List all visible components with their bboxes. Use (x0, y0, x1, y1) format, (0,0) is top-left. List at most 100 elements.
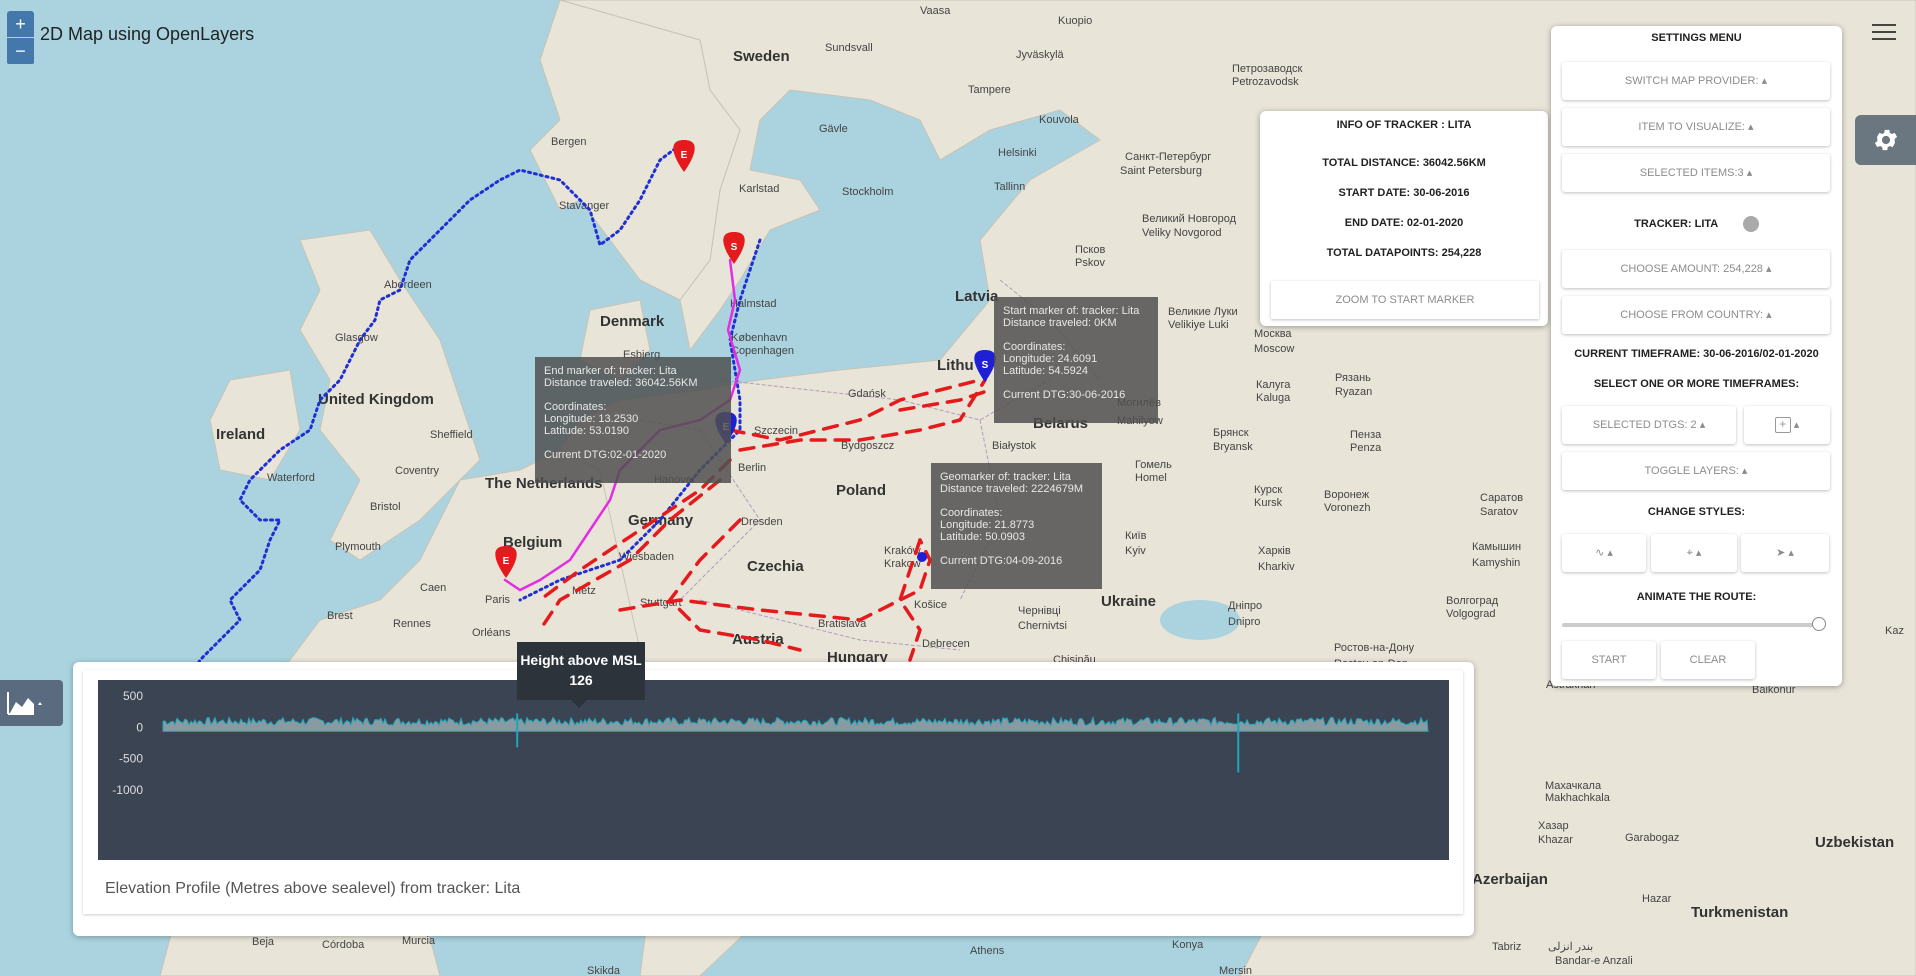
line-style-caret: ▴ (1607, 547, 1613, 559)
svg-text:Gdańsk: Gdańsk (848, 388, 886, 400)
y-tick-label: -500 (119, 752, 143, 766)
svg-text:København: København (731, 332, 787, 344)
svg-text:Białystok: Białystok (992, 440, 1037, 452)
svg-text:Glasgow: Glasgow (335, 332, 378, 344)
svg-text:Turkmenistan: Turkmenistan (1691, 904, 1788, 921)
svg-text:Voronezh: Voronezh (1324, 502, 1370, 514)
svg-text:Berlin: Berlin (738, 462, 766, 474)
svg-text:Karlstad: Karlstad (739, 183, 779, 195)
svg-text:Київ: Київ (1125, 530, 1147, 542)
svg-text:Chernivtsi: Chernivtsi (1018, 620, 1067, 632)
y-tick-label: -1000 (112, 783, 143, 797)
calendar-caret: ▴ (1793, 419, 1800, 431)
svg-text:Garabogaz: Garabogaz (1625, 832, 1679, 844)
choose-country-button[interactable]: CHOOSE FROM COUNTRY: ▴ (1562, 296, 1830, 334)
svg-text:Dresden: Dresden (741, 516, 783, 528)
start-button[interactable]: START (1562, 641, 1656, 679)
svg-text:Penza: Penza (1350, 442, 1382, 454)
svg-text:Petrozavodsk: Petrozavodsk (1232, 76, 1299, 88)
tracker-info-panel: INFO OF TRACKER : LITA TOTAL DISTANCE: 3… (1260, 111, 1548, 326)
info-toggle-icon[interactable] (1742, 216, 1759, 232)
svg-text:Чернівці: Чернівці (1018, 605, 1061, 617)
svg-text:Москва: Москва (1254, 328, 1292, 340)
choose-amount-button[interactable]: CHOOSE AMOUNT: 254,228 ▴ (1562, 250, 1830, 288)
svg-text:Moscow: Moscow (1254, 343, 1294, 355)
animate-slider[interactable] (1562, 617, 1826, 631)
navigation-arrow-icon: ➤ (1776, 547, 1786, 559)
svg-text:Харків: Харків (1258, 545, 1291, 557)
change-styles-label: CHANGE STYLES: (1647, 506, 1746, 518)
svg-text:Kaluga: Kaluga (1256, 392, 1291, 404)
svg-text:Copenhagen: Copenhagen (731, 345, 794, 357)
settings-toggle-tab[interactable] (1855, 115, 1916, 165)
svg-text:Jyväskylä: Jyväskylä (1016, 49, 1065, 61)
arrow-style-button[interactable]: ➤ ▴ (1741, 534, 1829, 572)
svg-text:Dnipro: Dnipro (1228, 616, 1260, 628)
svg-text:Саратов: Саратов (1480, 492, 1523, 504)
elevation-panel: 500 0 -500 -1000 Elevation Profile (Metres … (73, 662, 1474, 936)
selected-items-button[interactable]: SELECTED ITEMS:3 ▴ (1562, 154, 1830, 192)
svg-text:Дніпро: Дніпро (1228, 600, 1262, 612)
svg-text:Bergen: Bergen (551, 136, 586, 148)
svg-text:Камышин: Камышин (1472, 541, 1521, 553)
svg-text:Волгоград: Волгоград (1446, 595, 1499, 607)
animate-slider-thumb[interactable] (1812, 617, 1826, 631)
svg-text:Tallinn: Tallinn (994, 181, 1025, 193)
svg-text:Ryazan: Ryazan (1335, 386, 1372, 398)
area-chart-icon (7, 692, 42, 715)
svg-text:Санкт-Петербург: Санкт-Петербург (1125, 151, 1211, 163)
calendar-icon: + (1774, 417, 1791, 434)
svg-text:Великий Новгород: Великий Новгород (1142, 213, 1237, 225)
svg-text:Tabriz: Tabriz (1492, 941, 1521, 953)
svg-text:Sheffield: Sheffield (430, 429, 473, 441)
svg-text:Córdoba: Córdoba (322, 939, 365, 951)
elevation-card: 500 0 -500 -1000 Elevation Profile (Metres … (83, 670, 1463, 914)
svg-text:Sundsvall: Sundsvall (825, 42, 873, 54)
svg-text:Beja: Beja (252, 936, 275, 948)
svg-text:Kursk: Kursk (1254, 497, 1283, 509)
tracker-name: TRACKER: LITA (1634, 217, 1718, 230)
elevation-toggle-button[interactable] (0, 680, 63, 726)
elevation-tooltip-arrow (571, 700, 587, 708)
info-start-date: START DATE: 30-06-2016 (1338, 187, 1470, 199)
selected-dtgs-button[interactable]: SELECTED DTGS: 2 ▴ (1562, 406, 1736, 444)
svg-text:Bristol: Bristol (370, 501, 401, 513)
geomarker[interactable] (917, 552, 927, 562)
zoom-out-button[interactable]: − (7, 38, 34, 64)
toggle-layers-button[interactable]: TOGGLE LAYERS: ▴ (1562, 452, 1830, 490)
item-to-visualize-button[interactable]: ITEM TO VISUALIZE: ▴ (1562, 108, 1830, 146)
elevation-tooltip-title: Height above MSL (520, 652, 642, 668)
settings-title: SETTINGS MENU (1651, 32, 1742, 44)
info-end-date: END DATE: 02-01-2020 (1344, 217, 1464, 229)
line-style-button[interactable]: ∿ ▴ (1562, 534, 1646, 572)
clear-button[interactable]: CLEAR (1661, 641, 1755, 679)
svg-text:Bydgoszcz: Bydgoszcz (841, 440, 894, 452)
svg-text:Kouvola: Kouvola (1039, 114, 1080, 126)
info-total-datapoints: TOTAL DATAPOINTS: 254,228 (1326, 247, 1482, 259)
svg-text:Kyiv: Kyiv (1125, 545, 1146, 557)
svg-text:Kharkiv: Kharkiv (1258, 561, 1295, 573)
svg-text:Mersin: Mersin (1219, 965, 1252, 976)
svg-text:Hazar: Hazar (1642, 893, 1672, 905)
svg-text:بندر انزلی: بندر انزلی (1548, 941, 1593, 953)
calendar-button[interactable]: + ▴ (1744, 406, 1830, 444)
svg-text:Lithu: Lithu (937, 357, 974, 374)
svg-text:Воронеж: Воронеж (1324, 489, 1370, 501)
zoom-to-start-button[interactable]: ZOOM TO START MARKER (1271, 281, 1539, 319)
svg-text:Orléans: Orléans (472, 627, 511, 639)
select-timeframes-label: SELECT ONE OR MORE TIMEFRAMES: (1593, 378, 1800, 390)
svg-text:Kaz: Kaz (1885, 625, 1904, 637)
svg-text:Курск: Курск (1254, 484, 1282, 496)
switch-provider-button[interactable]: SWITCH MAP PROVIDER: ▴ (1562, 62, 1830, 100)
info-total-distance: TOTAL DISTANCE: 36042.56KM (1322, 157, 1486, 169)
svg-text:Kuopio: Kuopio (1058, 15, 1092, 27)
point-style-button[interactable]: ⌖ ▴ (1651, 534, 1737, 572)
svg-text:Псков: Псков (1075, 244, 1105, 256)
hamburger-menu-icon[interactable] (1872, 24, 1896, 45)
svg-text:Veliky Novgorod: Veliky Novgorod (1142, 227, 1222, 239)
svg-text:Rennes: Rennes (393, 618, 431, 630)
zoom-in-button[interactable]: + (7, 11, 34, 37)
svg-text:United Kingdom: United Kingdom (318, 391, 434, 408)
svg-text:Брянск: Брянск (1213, 427, 1249, 439)
crosshair-icon: ⌖ (1686, 547, 1693, 559)
